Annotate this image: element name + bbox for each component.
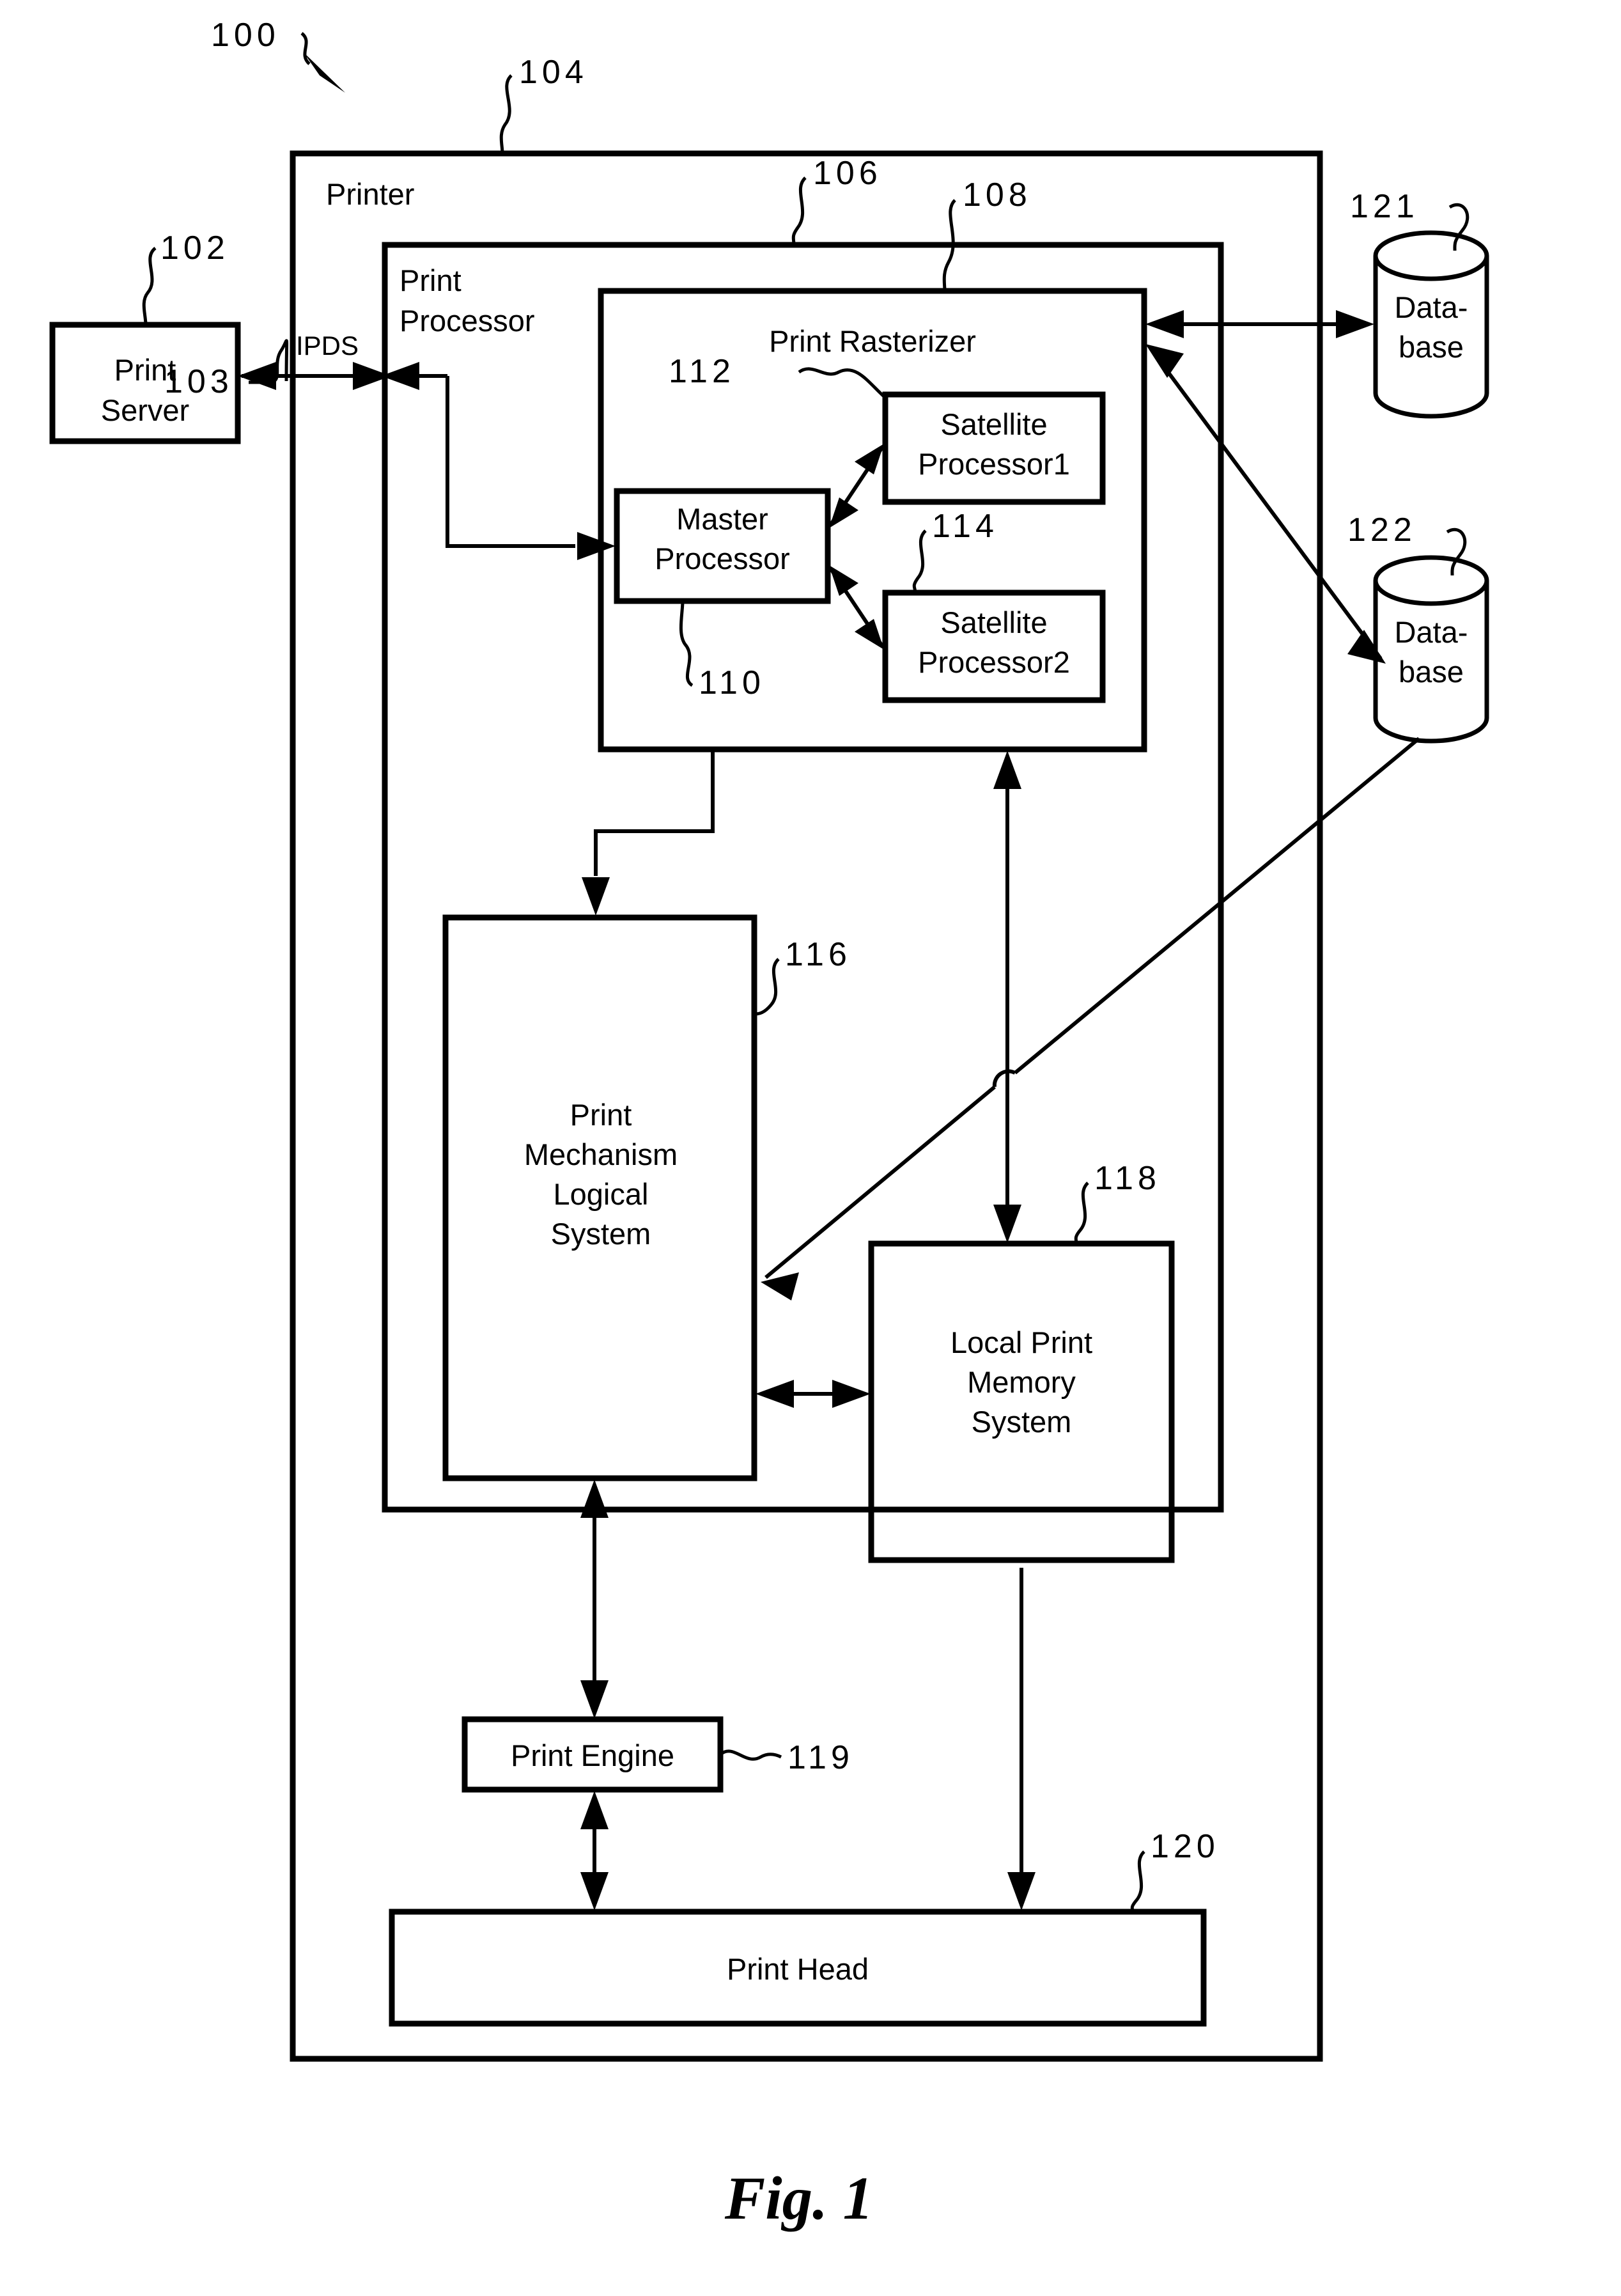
ref-119: 119 — [787, 1739, 854, 1776]
local-print-memory-label-line2: Memory — [967, 1365, 1076, 1399]
ref-118: 118 — [1094, 1160, 1161, 1197]
ref-108: 108 — [963, 176, 1032, 214]
database-1-label-line1: Data- — [1395, 290, 1468, 324]
ref-119-leader — [719, 1749, 782, 1761]
connection-mechanism-to-engine — [580, 1480, 609, 1719]
connection-database-2-to-rasterizer — [1145, 344, 1386, 664]
ref-112-leader — [798, 367, 887, 399]
patent-figure-svg: Print Server Printer Print Processor Pri… — [49, 17, 1489, 2232]
connection-master-satellite1 — [829, 444, 884, 528]
database-2-cylinder — [1373, 555, 1489, 744]
connection-rasterizer-to-database-1 — [1145, 310, 1374, 338]
ref-103: 103 — [164, 363, 233, 400]
connection-processor-to-master — [446, 376, 616, 560]
print-processor-boundary-box — [382, 242, 1224, 1513]
satellite-processor-2-label-line2: Processor2 — [918, 645, 1070, 679]
connection-engine-to-head — [580, 1791, 609, 1910]
ref-122: 122 — [1347, 512, 1416, 549]
ref-114-leader — [912, 529, 927, 593]
figure-canvas: Print Server Printer Print Processor Pri… — [0, 0, 1621, 2296]
ref-104: 104 — [519, 54, 588, 91]
print-rasterizer-label: Print Rasterizer — [769, 324, 976, 358]
database-1-label-line2: base — [1399, 330, 1464, 364]
print-mechanism-label-line4: System — [551, 1217, 651, 1251]
print-processor-label-line2: Processor — [399, 304, 535, 338]
ref-120: 120 — [1151, 1828, 1220, 1865]
database-2-label-line1: Data- — [1395, 615, 1468, 649]
figure-caption: Fig. 1 — [724, 2164, 873, 2232]
satellite-processor-1-label-line2: Processor1 — [918, 447, 1070, 481]
connection-rasterizer-to-memory — [993, 751, 1021, 1243]
local-print-memory-label-line3: System — [972, 1405, 1072, 1439]
ipds-label: IPDS — [296, 331, 359, 361]
ref-100: 100 — [211, 17, 280, 54]
connection-rasterizer-to-mechanism — [582, 749, 715, 916]
ref-122-leader — [1446, 527, 1467, 576]
print-mechanism-label-line1: Print — [570, 1098, 632, 1132]
ref-121: 121 — [1350, 188, 1419, 225]
ref-116: 116 — [785, 936, 851, 973]
master-processor-label-line2: Processor — [655, 542, 790, 575]
print-engine-label: Print Engine — [511, 1738, 674, 1772]
ref-118-leader — [1074, 1182, 1089, 1244]
ref-100-leader — [300, 32, 345, 93]
ref-110-leader — [679, 600, 694, 687]
print-head-label: Print Head — [727, 1952, 869, 1986]
master-processor-label-line1: Master — [676, 502, 768, 536]
ref-104-leader — [499, 74, 513, 154]
connection-server-to-processor — [238, 362, 447, 390]
local-print-memory-label-line1: Local Print — [950, 1325, 1092, 1359]
print-processor-label-line1: Print — [399, 263, 461, 297]
connection-master-satellite2 — [829, 565, 884, 650]
ref-106-leader — [791, 176, 807, 246]
database-1-cylinder — [1373, 230, 1489, 419]
ref-121-leader — [1448, 203, 1470, 251]
ref-120-leader — [1130, 1850, 1145, 1912]
ref-112: 112 — [669, 353, 735, 390]
database-2-label-line2: base — [1399, 655, 1464, 689]
satellite-processor-1-label-line1: Satellite — [940, 407, 1047, 441]
ref-106: 106 — [813, 155, 882, 192]
printer-label: Printer — [326, 177, 414, 211]
ref-102: 102 — [160, 230, 229, 267]
local-print-memory-system-box — [868, 1240, 1175, 1563]
satellite-processor-2-label-line1: Satellite — [940, 605, 1047, 639]
ref-102-leader — [142, 247, 157, 325]
connection-mechanism-to-memory — [756, 1380, 871, 1408]
ref-114: 114 — [932, 508, 998, 545]
ref-110: 110 — [699, 664, 765, 701]
connection-memory-to-head — [1007, 1568, 1035, 1910]
ref-116-leader — [754, 958, 780, 1016]
print-mechanism-label-line3: Logical — [554, 1177, 649, 1211]
print-mechanism-label-line2: Mechanism — [524, 1137, 678, 1171]
